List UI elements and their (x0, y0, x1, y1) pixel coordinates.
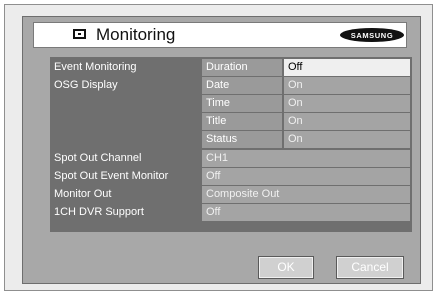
spot-out-channel-value[interactable]: CH1 (202, 150, 410, 167)
title-label: Title (202, 113, 282, 130)
title-bar: Monitoring SAMSUNG (33, 22, 407, 48)
duration-label: Duration (202, 59, 282, 76)
spot-out-event-monitor-value[interactable]: Off (202, 168, 410, 185)
monitor-out-label: Monitor Out (50, 186, 200, 203)
status-label: Status (202, 131, 282, 148)
status-value[interactable]: On (284, 131, 410, 148)
settings-table: Event Monitoring Duration Off OSG Displa… (50, 57, 412, 232)
monitor-out-value[interactable]: Composite Out (202, 186, 410, 203)
page-title: Monitoring (96, 25, 176, 44)
time-label: Time (202, 95, 282, 112)
ok-button[interactable]: OK (258, 256, 314, 279)
spot-out-channel-label: Spot Out Channel (50, 150, 200, 167)
title-value[interactable]: On (284, 113, 410, 130)
osg-display-label: OSG Display (50, 77, 200, 94)
cancel-button[interactable]: Cancel (336, 256, 404, 279)
dvr-support-label: 1CH DVR Support (50, 204, 200, 221)
dvr-support-value[interactable]: Off (202, 204, 410, 221)
monitor-icon (73, 29, 86, 39)
duration-value[interactable]: Off (284, 59, 410, 76)
event-monitoring-label: Event Monitoring (50, 59, 200, 76)
spot-out-event-monitor-label: Spot Out Event Monitor (50, 168, 200, 185)
time-value[interactable]: On (284, 95, 410, 112)
brand-text: SAMSUNG (351, 31, 394, 40)
date-value[interactable]: On (284, 77, 410, 94)
date-label: Date (202, 77, 282, 94)
samsung-logo: SAMSUNG (340, 28, 404, 42)
